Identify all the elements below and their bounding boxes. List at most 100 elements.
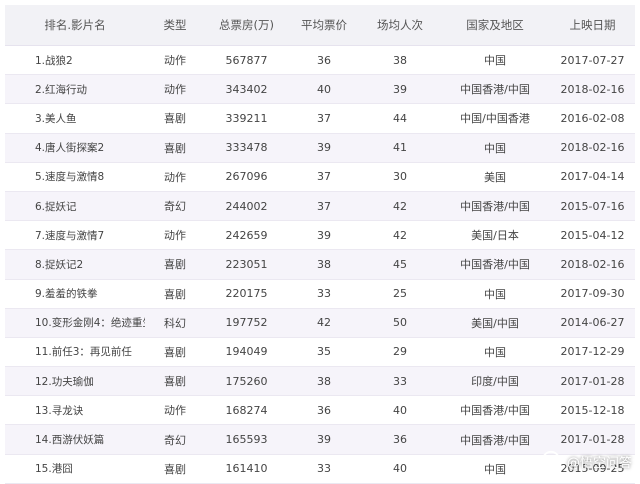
- header-avg-price: 平均票价: [288, 5, 360, 46]
- cell-avg-price: 35: [288, 337, 360, 366]
- cell-avg-price: 39: [288, 425, 360, 454]
- header-country-region: 国家及地区: [440, 5, 550, 46]
- box-office-table: 排名.影片名 类型 总票房(万) 平均票价 场均人次 国家及地区 上映日期 1.…: [5, 5, 635, 484]
- cell-genre: 奇幻: [145, 191, 205, 220]
- table-row: 15.港囧喜剧1614103340中国2015-09-25: [5, 454, 635, 483]
- table-row: 5.速度与激情8动作2670963730美国2017-04-14: [5, 162, 635, 191]
- cell-rank-title: 5.速度与激情8: [5, 162, 145, 191]
- cell-rank-title: 12.功夫瑜伽: [5, 367, 145, 396]
- table-row: 12.功夫瑜伽喜剧1752603833印度/中国2017-01-28: [5, 367, 635, 396]
- cell-release-date: 2015-09-25: [550, 454, 635, 483]
- cell-release-date: 2018-02-16: [550, 133, 635, 162]
- cell-total-box-office: 333478: [205, 133, 288, 162]
- cell-avg-attendance: 41: [360, 133, 440, 162]
- cell-genre: 动作: [145, 46, 205, 75]
- table-header: 排名.影片名 类型 总票房(万) 平均票价 场均人次 国家及地区 上映日期: [5, 5, 635, 46]
- cell-rank-title: 9.羞羞的铁拳: [5, 279, 145, 308]
- cell-rank-title: 15.港囧: [5, 454, 145, 483]
- cell-release-date: 2018-02-16: [550, 250, 635, 279]
- cell-country-region: 美国/日本: [440, 221, 550, 250]
- header-avg-attendance: 场均人次: [360, 5, 440, 46]
- table-row: 14.西游伏妖篇奇幻1655933936中国香港/中国2017-01-28: [5, 425, 635, 454]
- cell-avg-attendance: 44: [360, 104, 440, 133]
- table-row: 6.捉妖记奇幻2440023742中国香港/中国2015-07-16: [5, 191, 635, 220]
- cell-genre: 喜剧: [145, 279, 205, 308]
- cell-rank-title: 8.捉妖记2: [5, 250, 145, 279]
- cell-avg-price: 36: [288, 46, 360, 75]
- table-row: 8.捉妖记2喜剧2230513845中国香港/中国2018-02-16: [5, 250, 635, 279]
- cell-country-region: 印度/中国: [440, 367, 550, 396]
- cell-total-box-office: 168274: [205, 396, 288, 425]
- cell-avg-attendance: 33: [360, 367, 440, 396]
- table-row: 4.唐人街探案2喜剧3334783941中国2018-02-16: [5, 133, 635, 162]
- cell-release-date: 2016-02-08: [550, 104, 635, 133]
- cell-total-box-office: 567877: [205, 46, 288, 75]
- cell-total-box-office: 267096: [205, 162, 288, 191]
- table-row: 13.寻龙诀动作1682743640中国香港/中国2015-12-18: [5, 396, 635, 425]
- cell-release-date: 2015-04-12: [550, 221, 635, 250]
- cell-rank-title: 6.捉妖记: [5, 191, 145, 220]
- cell-avg-price: 39: [288, 133, 360, 162]
- cell-rank-title: 7.速度与激情7: [5, 221, 145, 250]
- cell-total-box-office: 165593: [205, 425, 288, 454]
- table-row: 1.战狼2动作5678773638中国2017-07-27: [5, 46, 635, 75]
- box-office-table-container: 排名.影片名 类型 总票房(万) 平均票价 场均人次 国家及地区 上映日期 1.…: [5, 5, 635, 484]
- cell-genre: 奇幻: [145, 425, 205, 454]
- cell-rank-title: 1.战狼2: [5, 46, 145, 75]
- cell-avg-attendance: 42: [360, 191, 440, 220]
- header-release-date: 上映日期: [550, 5, 635, 46]
- cell-country-region: 中国: [440, 133, 550, 162]
- cell-total-box-office: 244002: [205, 191, 288, 220]
- cell-avg-attendance: 40: [360, 454, 440, 483]
- cell-genre: 喜剧: [145, 104, 205, 133]
- cell-total-box-office: 339211: [205, 104, 288, 133]
- cell-release-date: 2018-02-16: [550, 75, 635, 104]
- cell-rank-title: 4.唐人街探案2: [5, 133, 145, 162]
- cell-genre: 喜剧: [145, 133, 205, 162]
- table-row: 7.速度与激情7动作2426593942美国/日本2015-04-12: [5, 221, 635, 250]
- cell-total-box-office: 161410: [205, 454, 288, 483]
- cell-avg-attendance: 39: [360, 75, 440, 104]
- cell-country-region: 中国香港/中国: [440, 75, 550, 104]
- cell-rank-title: 10.变形金刚4：绝迹重生: [5, 308, 145, 337]
- cell-country-region: 中国香港/中国: [440, 425, 550, 454]
- cell-release-date: 2017-07-27: [550, 46, 635, 75]
- cell-avg-price: 37: [288, 191, 360, 220]
- cell-avg-price: 39: [288, 221, 360, 250]
- cell-release-date: 2017-09-30: [550, 279, 635, 308]
- cell-genre: 喜剧: [145, 250, 205, 279]
- cell-release-date: 2017-12-29: [550, 337, 635, 366]
- cell-total-box-office: 220175: [205, 279, 288, 308]
- cell-country-region: 中国香港/中国: [440, 250, 550, 279]
- cell-rank-title: 11.前任3：再见前任: [5, 337, 145, 366]
- cell-avg-price: 38: [288, 367, 360, 396]
- cell-release-date: 2017-01-28: [550, 425, 635, 454]
- table-row: 2.红海行动动作3434024039中国香港/中国2018-02-16: [5, 75, 635, 104]
- cell-release-date: 2015-12-18: [550, 396, 635, 425]
- cell-genre: 喜剧: [145, 337, 205, 366]
- table-body: 1.战狼2动作5678773638中国2017-07-272.红海行动动作343…: [5, 46, 635, 484]
- cell-avg-attendance: 40: [360, 396, 440, 425]
- cell-total-box-office: 175260: [205, 367, 288, 396]
- header-genre: 类型: [145, 5, 205, 46]
- cell-avg-price: 33: [288, 454, 360, 483]
- cell-country-region: 中国: [440, 46, 550, 75]
- cell-avg-price: 42: [288, 308, 360, 337]
- cell-genre: 动作: [145, 75, 205, 104]
- header-total-box-office: 总票房(万): [205, 5, 288, 46]
- table-row: 10.变形金刚4：绝迹重生科幻1977524250美国/中国2014-06-27: [5, 308, 635, 337]
- cell-avg-attendance: 29: [360, 337, 440, 366]
- cell-avg-price: 37: [288, 104, 360, 133]
- table-row: 3.美人鱼喜剧3392113744中国/中国香港2016-02-08: [5, 104, 635, 133]
- cell-rank-title: 2.红海行动: [5, 75, 145, 104]
- cell-country-region: 中国/中国香港: [440, 104, 550, 133]
- cell-avg-attendance: 36: [360, 425, 440, 454]
- cell-country-region: 中国香港/中国: [440, 191, 550, 220]
- cell-total-box-office: 242659: [205, 221, 288, 250]
- cell-genre: 科幻: [145, 308, 205, 337]
- table-row: 9.羞羞的铁拳喜剧2201753325中国2017-09-30: [5, 279, 635, 308]
- cell-country-region: 中国: [440, 454, 550, 483]
- cell-genre: 动作: [145, 162, 205, 191]
- cell-rank-title: 13.寻龙诀: [5, 396, 145, 425]
- cell-rank-title: 3.美人鱼: [5, 104, 145, 133]
